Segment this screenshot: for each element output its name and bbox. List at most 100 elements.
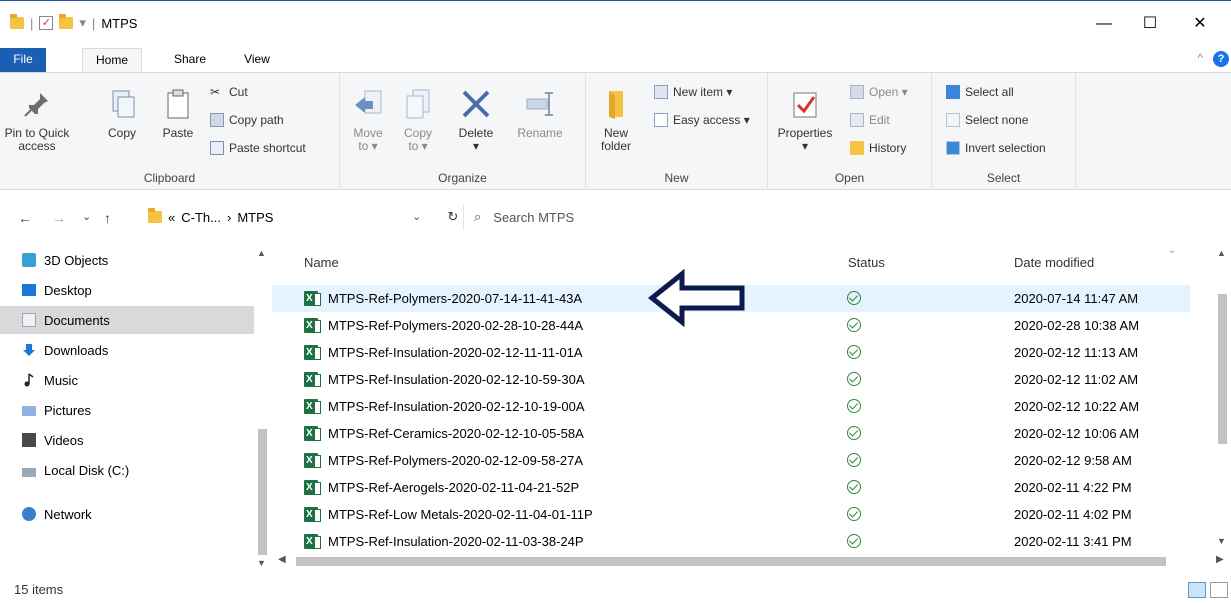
forward-button[interactable]: → [52,210,66,226]
select-none-button[interactable]: Select none [946,113,1028,127]
back-button[interactable]: ← [18,210,32,226]
nav-item-documents[interactable]: Documents [0,306,254,334]
edit-button[interactable]: Edit [850,113,890,127]
table-row[interactable]: MTPS-Ref-Aerogels-2020-02-11-04-21-52P 2… [272,474,1190,501]
address-dropdown-button[interactable]: ⌄ [412,210,421,223]
paste-button[interactable]: Paste [156,87,200,140]
excel-file-icon [304,480,321,495]
select-all-button[interactable]: Select all [946,85,1014,99]
scroll-up-arrow[interactable]: ▲ [1217,248,1226,258]
new-folder-qat-icon[interactable] [59,14,74,29]
scroll-down-arrow[interactable]: ▼ [257,558,266,568]
pin-to-quick-access-button[interactable]: Pin to Quick access [4,87,70,153]
new-group: New folder New item ▾ Easy access ▾ New [586,73,768,189]
delete-button[interactable]: Delete ▾ [452,87,500,153]
breadcrumb-mtps[interactable]: MTPS [237,210,273,225]
copy-path-button[interactable]: Copy path [210,113,284,127]
file-list-horizontal-scrollbar[interactable]: ◀ ▶ [272,552,1224,570]
easy-access-button[interactable]: Easy access ▾ [654,113,750,127]
properties-dropdown[interactable]: ▾ [802,139,808,153]
cut-button[interactable]: ✂ Cut [210,85,248,99]
pictures-icon [22,406,36,416]
ribbon-collapse-button[interactable]: ^ [1197,51,1203,65]
table-row[interactable]: MTPS-Ref-Insulation-2020-02-12-11-11-01A… [272,339,1190,366]
column-header-name[interactable]: Name [304,248,339,278]
scroll-thumb[interactable] [296,557,1166,566]
table-row[interactable]: MTPS-Ref-Low Metals-2020-02-11-04-01-11P… [272,501,1190,528]
nav-scrollbar[interactable]: ▲ ▼ [254,244,271,570]
select-none-label: Select none [965,113,1029,127]
new-folder-button[interactable]: New folder [594,87,638,153]
table-row[interactable]: MTPS-Ref-Insulation-2020-02-12-10-59-30A… [272,366,1190,393]
nav-item-desktop[interactable]: Desktop [8,276,254,304]
properties-label: Properties [777,126,833,140]
sync-ok-icon [847,507,861,521]
tab-view[interactable]: View [232,48,282,72]
nav-item-pictures[interactable]: Pictures [8,396,254,424]
close-button[interactable]: ✕ [1180,11,1220,37]
column-header-status[interactable]: Status [848,248,885,278]
maximize-button[interactable]: ☐ [1130,11,1170,37]
scroll-right-arrow[interactable]: ▶ [1216,554,1224,565]
new-item-button[interactable]: New item ▾ [654,85,732,99]
table-row[interactable]: MTPS-Ref-Insulation-2020-02-11-03-38-24P… [272,528,1190,555]
qat-dropdown[interactable]: ▾ [79,15,86,31]
tab-home[interactable]: Home [82,48,142,72]
paste-shortcut-label: Paste shortcut [229,141,306,155]
search-icon: ⌕ [474,209,482,224]
properties-qat-icon[interactable]: ✓ [39,16,54,30]
search-input[interactable]: ⌕ Search MTPS [463,204,1221,230]
invert-selection-icon [946,141,960,155]
breadcrumb-c-th[interactable]: C-Th... [181,210,221,225]
scroll-down-arrow[interactable]: ▼ [1217,536,1226,546]
invert-selection-button[interactable]: Invert selection [946,141,1046,155]
network-icon [22,507,36,521]
nav-item-downloads[interactable]: Downloads [8,336,254,364]
tab-file[interactable]: File [0,48,46,72]
help-icon[interactable]: ? [1213,51,1229,67]
delete-dropdown[interactable]: ▾ [473,139,479,153]
file-list-vertical-scrollbar[interactable]: ▲ ▼ [1214,244,1231,570]
recent-locations-button[interactable]: ⌄ [82,210,91,223]
table-row[interactable]: MTPS-Ref-Ceramics-2020-02-12-10-05-58A 2… [272,420,1190,447]
copy-label: Copy [107,126,136,140]
paste-shortcut-button[interactable]: Paste shortcut [210,141,306,155]
up-button[interactable]: ↑ [104,210,111,226]
sync-ok-icon [847,291,861,305]
large-icons-view-button[interactable] [1210,582,1228,598]
details-view-button[interactable] [1188,582,1206,598]
scroll-up-arrow[interactable]: ▲ [257,248,266,258]
nav-item-3d-objects[interactable]: 3D Objects [8,246,254,274]
nav-item-local-disk[interactable]: Local Disk (C:) [8,456,254,484]
select-none-icon [946,113,960,127]
tab-share[interactable]: Share [163,48,217,72]
table-row[interactable]: MTPS-Ref-Polymers-2020-02-12-09-58-27A 2… [272,447,1190,474]
nav-item-videos[interactable]: Videos [8,426,254,454]
copy-to-button[interactable]: Copy to ▾ [398,87,438,153]
scroll-left-arrow[interactable]: ◀ [278,554,286,565]
scroll-thumb[interactable] [1218,294,1227,444]
rename-button[interactable]: Rename [508,87,572,140]
search-placeholder: Search MTPS [493,209,575,225]
qat-separator: | [30,15,34,31]
properties-button[interactable]: Properties ▾ [772,87,838,153]
nav-item-network[interactable]: Network [8,500,254,528]
column-header-date[interactable]: Date modified [1014,248,1094,278]
title-bar: | ✓ ▾ | MTPS — ☐ ✕ [0,0,1231,46]
history-button[interactable]: History [850,141,906,155]
breadcrumb-separator[interactable]: › [227,210,231,225]
move-to-button[interactable]: Move to ▾ [348,87,388,153]
navigation-pane: 3D Objects Desktop Documents Downloads M… [0,244,271,570]
minimize-button[interactable]: — [1084,11,1124,37]
scroll-thumb[interactable] [258,429,267,555]
copy-button[interactable]: Copy [102,87,142,140]
file-date: 2020-02-12 10:06 AM [1014,426,1140,441]
new-item-label: New item ▾ [673,85,733,99]
address-bar[interactable]: « C-Th... › MTPS [140,204,450,230]
path-overflow[interactable]: « [168,210,175,225]
table-row[interactable]: MTPS-Ref-Insulation-2020-02-12-10-19-00A… [272,393,1190,420]
paste-shortcut-icon [210,141,224,155]
open-icon [850,85,864,99]
nav-item-music[interactable]: Music [8,366,254,394]
open-button[interactable]: Open ▾ [850,85,908,99]
